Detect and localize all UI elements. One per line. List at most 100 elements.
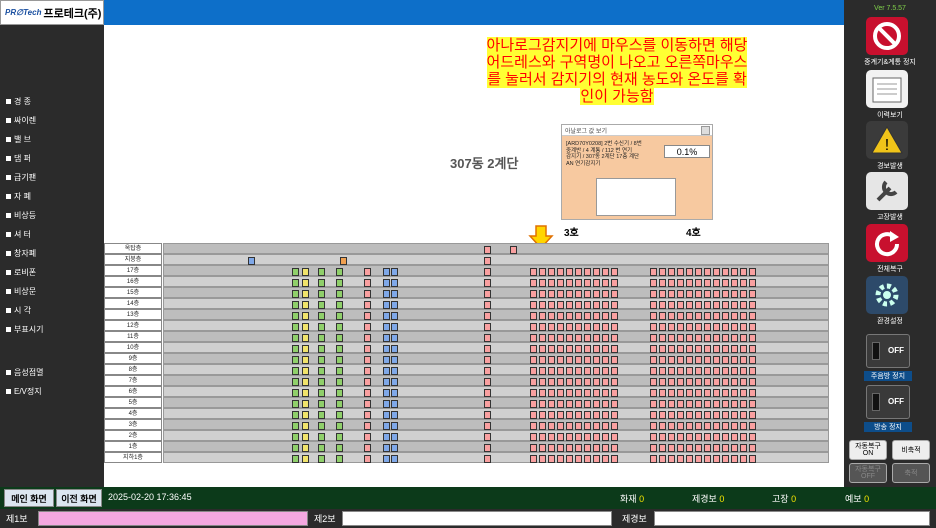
detector-icon[interactable]: [336, 443, 343, 452]
detector-icon[interactable]: [659, 377, 666, 386]
detector-icon[interactable]: [292, 267, 299, 276]
setup-button[interactable]: [866, 276, 908, 314]
detector-icon[interactable]: [686, 377, 693, 386]
detector-icon[interactable]: [713, 355, 720, 364]
detector-icon[interactable]: [677, 388, 684, 397]
detector-icon[interactable]: [383, 267, 390, 276]
detector-icon[interactable]: [593, 366, 600, 375]
detector-icon[interactable]: [539, 333, 546, 342]
detector-icon[interactable]: [695, 333, 702, 342]
detector-icon[interactable]: [650, 443, 657, 452]
detector-icon[interactable]: [677, 278, 684, 287]
detector-icon[interactable]: [584, 377, 591, 386]
detector-icon[interactable]: [650, 399, 657, 408]
detector-icon[interactable]: [292, 366, 299, 375]
detector-icon[interactable]: [677, 300, 684, 309]
detector-icon[interactable]: [749, 300, 756, 309]
detector-icon[interactable]: [704, 322, 711, 331]
detector-icon[interactable]: [650, 388, 657, 397]
detector-icon[interactable]: [611, 289, 618, 298]
pre-alarm-select[interactable]: [654, 511, 930, 526]
detector-icon[interactable]: [611, 410, 618, 419]
detector-icon[interactable]: [530, 344, 537, 353]
detector-icon[interactable]: [602, 355, 609, 364]
detector-icon[interactable]: [539, 432, 546, 441]
detector-icon[interactable]: [364, 432, 371, 441]
detector-icon[interactable]: [602, 454, 609, 463]
detector-icon[interactable]: [704, 300, 711, 309]
detector-icon[interactable]: [584, 399, 591, 408]
detector-icon[interactable]: [336, 432, 343, 441]
detector-icon[interactable]: [740, 322, 747, 331]
detector-icon[interactable]: [391, 443, 398, 452]
detector-icon[interactable]: [749, 322, 756, 331]
detector-icon[interactable]: [510, 245, 517, 254]
sidebar-item[interactable]: 밸 브: [6, 130, 43, 149]
detector-icon[interactable]: [650, 421, 657, 430]
detector-icon[interactable]: [584, 410, 591, 419]
detector-icon[interactable]: [530, 333, 537, 342]
detector-icon[interactable]: [391, 388, 398, 397]
detector-icon[interactable]: [557, 366, 564, 375]
detector-icon[interactable]: [704, 311, 711, 320]
detector-icon[interactable]: [340, 256, 347, 265]
detector-icon[interactable]: [740, 399, 747, 408]
detector-icon[interactable]: [668, 267, 675, 276]
detector-icon[interactable]: [530, 443, 537, 452]
detector-icon[interactable]: [659, 267, 666, 276]
detector-icon[interactable]: [584, 421, 591, 430]
detector-icon[interactable]: [575, 311, 582, 320]
detector-icon[interactable]: [336, 267, 343, 276]
detector-icon[interactable]: [731, 399, 738, 408]
detector-icon[interactable]: [740, 454, 747, 463]
detector-icon[interactable]: [731, 377, 738, 386]
detector-icon[interactable]: [584, 300, 591, 309]
detector-icon[interactable]: [292, 344, 299, 353]
detector-icon[interactable]: [677, 311, 684, 320]
detector-icon[interactable]: [722, 355, 729, 364]
detector-icon[interactable]: [318, 388, 325, 397]
detector-icon[interactable]: [686, 421, 693, 430]
detector-icon[interactable]: [695, 300, 702, 309]
detector-icon[interactable]: [383, 410, 390, 419]
detector-icon[interactable]: [695, 289, 702, 298]
detector-icon[interactable]: [650, 278, 657, 287]
detector-icon[interactable]: [557, 443, 564, 452]
detector-icon[interactable]: [292, 421, 299, 430]
detector-icon[interactable]: [695, 322, 702, 331]
detector-icon[interactable]: [686, 355, 693, 364]
detector-icon[interactable]: [740, 355, 747, 364]
detector-icon[interactable]: [318, 399, 325, 408]
detector-icon[interactable]: [668, 410, 675, 419]
detector-icon[interactable]: [695, 410, 702, 419]
detector-icon[interactable]: [383, 432, 390, 441]
detector-icon[interactable]: [391, 333, 398, 342]
detector-icon[interactable]: [650, 333, 657, 342]
detector-icon[interactable]: [584, 355, 591, 364]
local-sound-switch[interactable]: OFF: [866, 385, 910, 419]
detector-icon[interactable]: [593, 432, 600, 441]
detector-icon[interactable]: [704, 443, 711, 452]
detector-icon[interactable]: [548, 443, 555, 452]
detector-icon[interactable]: [539, 421, 546, 430]
detector-icon[interactable]: [364, 311, 371, 320]
detector-icon[interactable]: [704, 278, 711, 287]
detector-icon[interactable]: [602, 377, 609, 386]
detector-icon[interactable]: [713, 333, 720, 342]
detector-icon[interactable]: [740, 388, 747, 397]
detector-icon[interactable]: [602, 300, 609, 309]
detector-icon[interactable]: [530, 355, 537, 364]
detector-icon[interactable]: [722, 300, 729, 309]
detector-icon[interactable]: [704, 454, 711, 463]
detector-icon[interactable]: [731, 322, 738, 331]
detector-icon[interactable]: [566, 366, 573, 375]
detector-icon[interactable]: [318, 311, 325, 320]
detector-icon[interactable]: [650, 289, 657, 298]
detector-icon[interactable]: [566, 267, 573, 276]
detector-icon[interactable]: [593, 443, 600, 452]
detector-icon[interactable]: [318, 355, 325, 364]
detector-icon[interactable]: [336, 377, 343, 386]
detector-icon[interactable]: [659, 278, 666, 287]
detector-icon[interactable]: [677, 421, 684, 430]
detector-icon[interactable]: [602, 421, 609, 430]
